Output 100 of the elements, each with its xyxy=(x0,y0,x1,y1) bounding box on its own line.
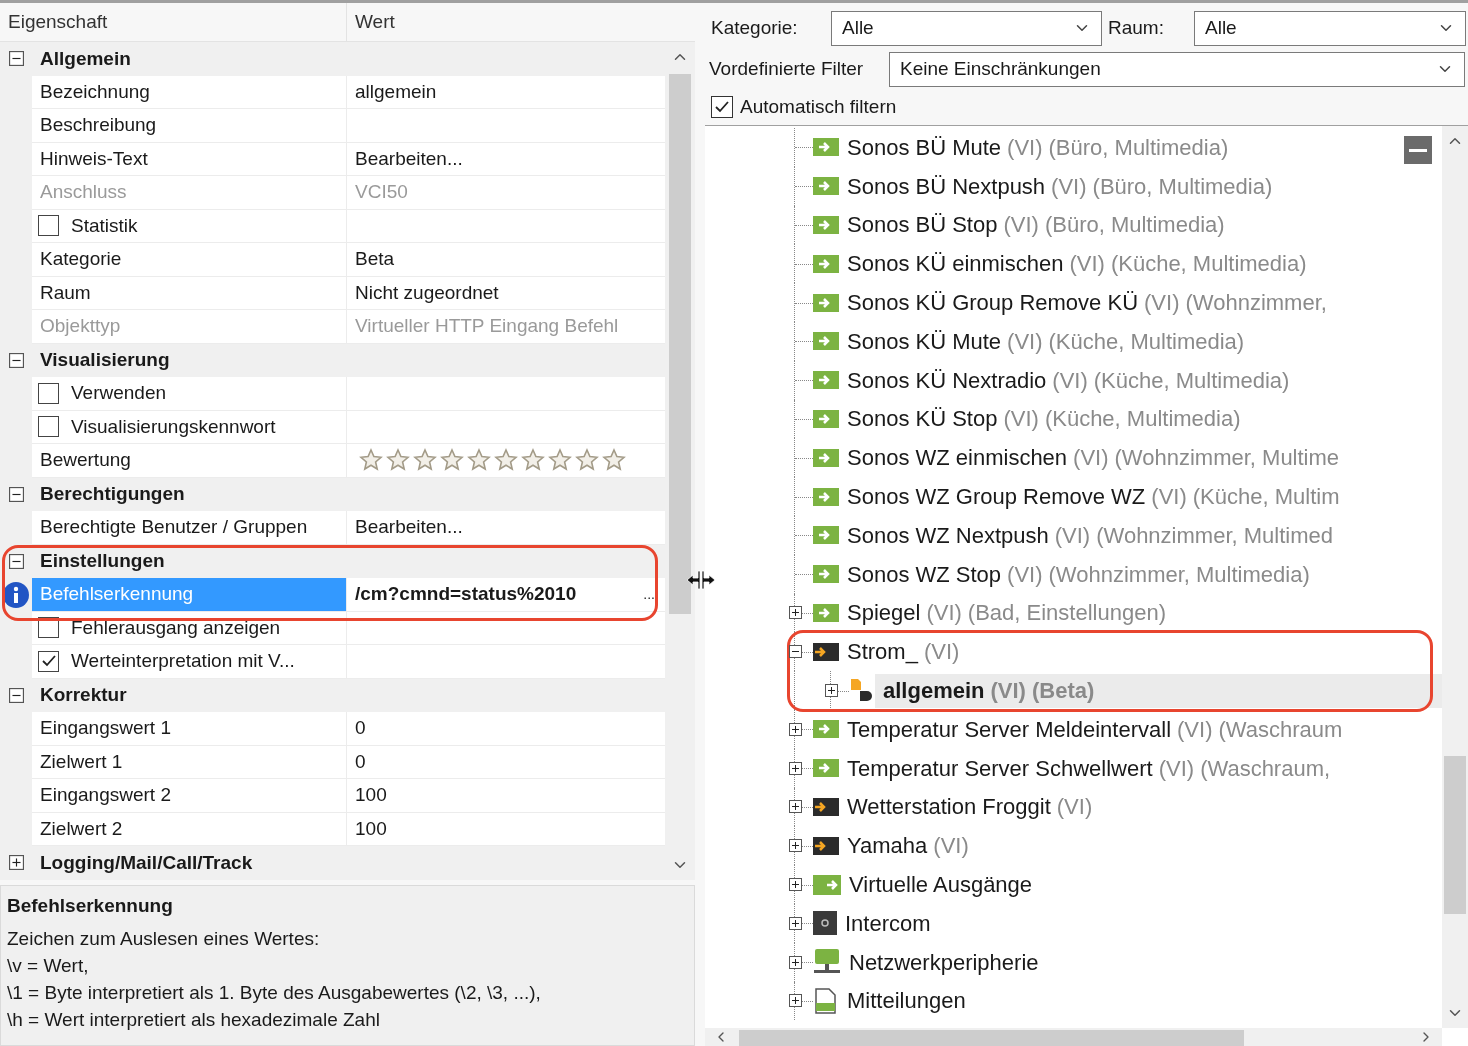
star-icon[interactable] xyxy=(521,448,545,473)
property-name-cell[interactable]: Raum xyxy=(32,276,347,310)
tree-item-label[interactable]: Wetterstation Froggit xyxy=(847,790,1051,824)
scrollbar-thumb[interactable] xyxy=(739,1030,1244,1046)
star-icon[interactable] xyxy=(359,448,383,473)
scrollbar-thumb[interactable] xyxy=(1444,756,1466,914)
star-icon[interactable] xyxy=(602,448,626,473)
column-header[interactable]: Eigenschaft xyxy=(0,3,347,41)
star-icon[interactable] xyxy=(413,448,437,473)
tree-item-label[interactable]: Sonos KÜ Stop xyxy=(847,402,998,436)
checkbox[interactable] xyxy=(38,215,59,237)
tree-item-label[interactable]: Sonos KÜ Nextradio xyxy=(847,363,1047,397)
scrollbar-thumb[interactable] xyxy=(669,74,691,614)
value-cell[interactable]: 100 xyxy=(347,779,665,813)
expand-icon[interactable] xyxy=(824,684,838,698)
tree-item-label[interactable]: Sonos BÜ Nextpush xyxy=(847,169,1046,203)
tree-item-label[interactable]: Mitteilungen xyxy=(847,984,966,1018)
star-icon[interactable] xyxy=(440,448,464,473)
column-header[interactable]: Wert xyxy=(347,3,395,41)
expand-icon[interactable] xyxy=(8,855,24,871)
horizontal-scrollbar[interactable] xyxy=(705,1028,1442,1046)
room-dropdown[interactable]: Alle xyxy=(1194,10,1466,46)
value-cell[interactable]: 100 xyxy=(347,812,665,846)
property-name-cell[interactable]: Eingangswert 1 xyxy=(32,712,347,746)
tree-item-label[interactable]: allgemein xyxy=(883,674,985,708)
property-name-cell[interactable]: Bewertung xyxy=(32,444,347,478)
tree-item-label[interactable]: Virtuelle Ausgänge xyxy=(849,868,1033,902)
property-name-cell[interactable]: Berechtigte Benutzer / Gruppen xyxy=(32,511,347,545)
preset-filter-dropdown[interactable]: Keine Einschränkungen xyxy=(889,51,1465,87)
property-name-cell[interactable]: Statistik xyxy=(32,209,347,243)
value-cell[interactable]: Bearbeiten... xyxy=(347,511,665,545)
value-cell[interactable]: Nicht zugeordnet xyxy=(347,276,665,310)
checkbox[interactable] xyxy=(38,617,59,639)
tree-item-label[interactable]: Sonos KÜ Mute xyxy=(847,324,1002,358)
value-cell[interactable]: allgemein xyxy=(347,75,665,109)
arrow-into-box-icon xyxy=(813,370,839,391)
property-name-cell[interactable]: Kategorie xyxy=(32,243,347,277)
tree-item-label[interactable]: Sonos WZ Group Remove WZ xyxy=(847,480,1146,514)
property-name-cell[interactable]: Beschreibung xyxy=(32,109,347,143)
expand-icon[interactable] xyxy=(788,916,802,930)
value-cell[interactable]: Bearbeiten... xyxy=(347,142,665,176)
property-name: Eingangswert 2 xyxy=(40,783,171,807)
collapse-icon[interactable] xyxy=(8,486,24,502)
item-detail: (Küche, Multimedia) xyxy=(1048,327,1245,356)
property-name-cell[interactable]: Visualisierungskennwort xyxy=(32,410,347,444)
tree-item-label[interactable]: Temperatur Server Schwellwert xyxy=(847,751,1153,785)
checkbox[interactable] xyxy=(38,416,59,438)
value-cell[interactable]: 0 xyxy=(347,712,665,746)
checkbox[interactable] xyxy=(38,382,59,404)
tree-item-label[interactable]: Strom_ xyxy=(847,635,918,669)
tree-item-label[interactable]: Sonos BÜ Stop xyxy=(847,208,998,242)
star-icon[interactable] xyxy=(467,448,491,473)
value-cell[interactable]: /cm?cmnd=status%2010 ... xyxy=(347,578,665,612)
property-name-cell[interactable]: Eingangswert 2 xyxy=(32,779,347,813)
collapse-all-button[interactable] xyxy=(1404,136,1432,164)
expand-icon[interactable] xyxy=(788,761,802,775)
collapse-icon[interactable] xyxy=(788,645,802,659)
property-name-cell[interactable]: Bezeichnung xyxy=(32,75,347,109)
tree-item-label[interactable]: Sonos WZ einmischen xyxy=(847,441,1068,475)
property-name-cell[interactable]: Hinweis-Text xyxy=(32,142,347,176)
star-icon[interactable] xyxy=(386,448,410,473)
expand-icon[interactable] xyxy=(788,994,802,1008)
expand-icon[interactable] xyxy=(788,606,802,620)
checkbox-label: Automatisch filtern xyxy=(740,94,897,119)
property-name-cell[interactable]: Verwenden xyxy=(32,377,347,411)
tree-item-label[interactable]: Sonos KÜ einmischen xyxy=(847,247,1064,281)
browse-button[interactable]: ... xyxy=(641,587,657,602)
value-cell[interactable] xyxy=(347,444,665,478)
tree-item-label[interactable]: Spiegel xyxy=(847,596,921,630)
collapse-icon[interactable] xyxy=(8,687,24,703)
value-cell[interactable]: Beta xyxy=(347,243,665,277)
value-cell[interactable]: 0 xyxy=(347,745,665,779)
star-icon[interactable] xyxy=(494,448,518,473)
collapse-icon[interactable] xyxy=(8,51,24,67)
expand-icon[interactable] xyxy=(788,800,802,814)
checkbox[interactable] xyxy=(38,650,59,672)
star-rating[interactable] xyxy=(359,448,626,473)
expand-icon[interactable] xyxy=(788,839,802,853)
expand-icon[interactable] xyxy=(788,878,802,892)
star-icon[interactable] xyxy=(548,448,572,473)
star-icon[interactable] xyxy=(575,448,599,473)
expand-icon[interactable] xyxy=(788,722,802,736)
property-name-cell[interactable]: Werteinterpretation mit V... xyxy=(32,645,347,679)
description-line: \v = Wert, xyxy=(7,953,90,978)
checkbox[interactable] xyxy=(711,96,733,118)
tree-item-label[interactable]: Intercom xyxy=(845,906,931,940)
collapse-icon[interactable] xyxy=(8,553,24,569)
tree-item-label[interactable]: Sonos WZ Nextpush xyxy=(847,518,1049,552)
tree-item-label[interactable]: Temperatur Server Meldeintervall xyxy=(847,712,1172,746)
vertical-scrollbar[interactable] xyxy=(1442,126,1468,1028)
tree-item-label[interactable]: Sonos BÜ Mute xyxy=(847,130,1002,164)
tree-item-label[interactable]: Netzwerkperipherie xyxy=(849,945,1039,979)
tree-item-label[interactable]: Sonos WZ Stop xyxy=(847,557,1002,591)
category-dropdown[interactable]: Alle xyxy=(831,10,1102,46)
property-name-cell[interactable]: Zielwert 1 xyxy=(32,745,347,779)
tree-item-label[interactable]: Yamaha xyxy=(847,829,928,863)
collapse-icon[interactable] xyxy=(8,352,24,368)
property-name-cell[interactable]: Zielwert 2 xyxy=(32,812,347,846)
tree-item-label[interactable]: Sonos KÜ Group Remove KÜ xyxy=(847,286,1139,320)
expand-icon[interactable] xyxy=(788,955,802,969)
